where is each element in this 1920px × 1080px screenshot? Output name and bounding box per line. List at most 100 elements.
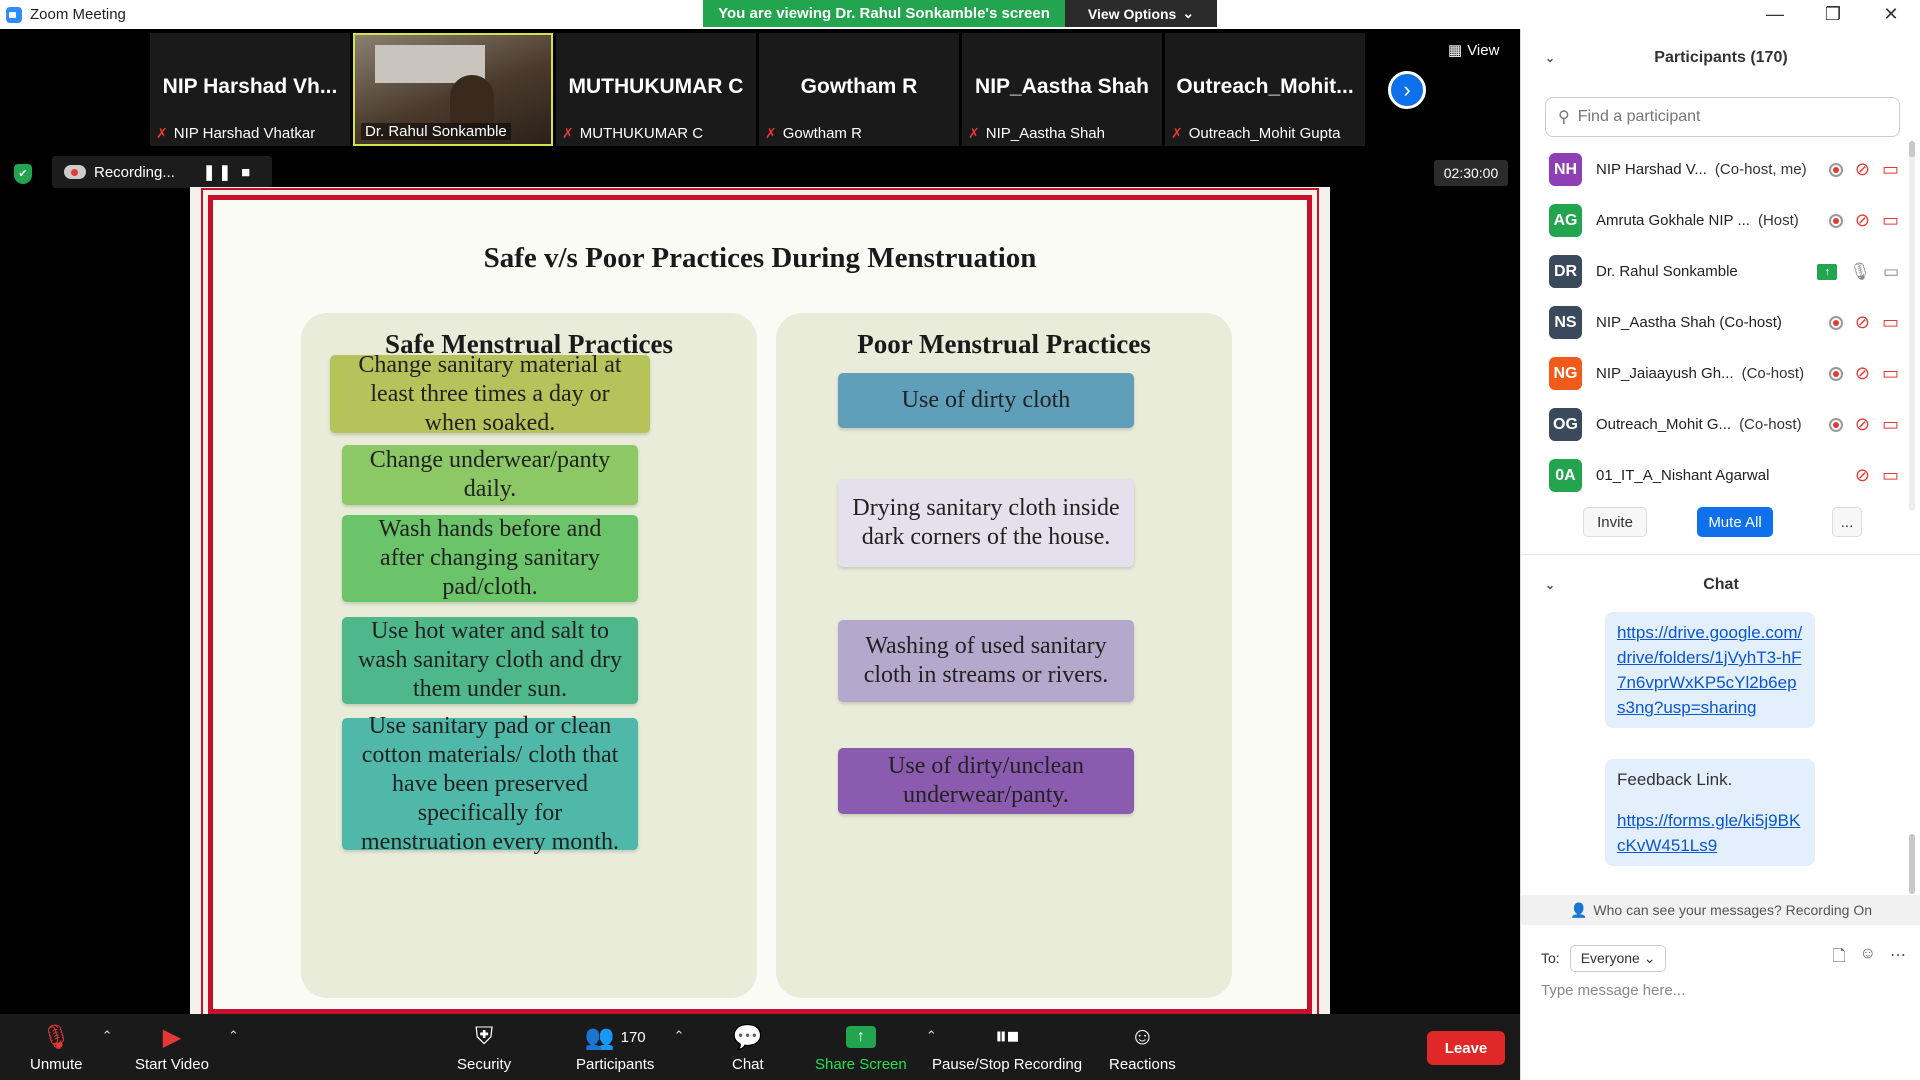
participants-button[interactable]: 👥 170 Participants ⌃	[576, 1022, 684, 1074]
mic-muted-icon: ✗	[156, 125, 168, 141]
reactions-button[interactable]: ☺ Reactions	[1109, 1022, 1176, 1073]
poor-practice-box: Washing of used sanitary cloth in stream…	[838, 620, 1134, 702]
chat-link[interactable]: https://drive.google.com/drive/folders/1…	[1617, 623, 1802, 717]
tile-display-name: Outreach_Mohit...	[1176, 75, 1354, 98]
mic-muted-icon: ⊘	[1854, 210, 1870, 230]
chevron-up-icon[interactable]: ⌃	[673, 1028, 684, 1044]
participant-name: NIP_Aastha Shah (Co-host)	[1596, 314, 1782, 331]
chevron-up-icon[interactable]: ⌃	[228, 1028, 239, 1044]
to-label: To:	[1541, 950, 1560, 966]
security-shield-icon[interactable]: ✔	[14, 164, 32, 184]
avatar: NG	[1549, 357, 1582, 390]
view-options-label: View Options	[1087, 5, 1177, 22]
participant-row[interactable]: 0A 01_IT_A_Nishant Agarwal ⊘ ▭	[1521, 450, 1911, 501]
invite-button[interactable]: Invite	[1583, 507, 1647, 537]
who-can-see-text: Who can see your messages? Recording On	[1593, 902, 1873, 918]
share-screen-button[interactable]: ↑ Share Screen ⌃	[815, 1022, 937, 1073]
security-button[interactable]: ⛨ Security	[457, 1022, 511, 1073]
file-icon[interactable]: 🗋	[1833, 945, 1846, 972]
start-video-button[interactable]: ▶ Start Video ⌃	[135, 1022, 239, 1074]
video-tile[interactable]: NIP_Aastha Shah ✗ NIP_Aastha Shah	[962, 33, 1162, 146]
safe-practice-box: Change sanitary material at least three …	[330, 352, 650, 436]
who-can-see-notice[interactable]: 👤 Who can see your messages? Recording O…	[1521, 895, 1920, 925]
minimize-button[interactable]: —	[1746, 0, 1804, 29]
participant-scrollbar[interactable]	[1909, 141, 1915, 157]
avatar: 0A	[1549, 459, 1582, 492]
slide-frame: Safe v/s Poor Practices During Menstruat…	[201, 188, 1319, 1021]
recording-icon	[1828, 417, 1843, 432]
meeting-toolbar: 🎙 Unmute ⌃ ▶ Start Video ⌃ ⛨ Security 👥 1…	[0, 1014, 1520, 1080]
chat-button[interactable]: 💬 Chat	[732, 1022, 764, 1074]
recording-indicator: Recording... ❚❚ ■	[52, 156, 272, 188]
close-button[interactable]: ✕	[1862, 0, 1920, 29]
cloud-recording-icon	[64, 165, 86, 179]
video-off-icon: ▭	[1881, 159, 1899, 179]
video-tile[interactable]: Outreach_Mohit... ✗ Outreach_Mohit Gupta	[1165, 33, 1365, 146]
collapse-chevron-icon[interactable]: ⌄	[1545, 578, 1555, 592]
avatar: NH	[1549, 153, 1582, 186]
recipient-select[interactable]: Everyone ⌄	[1569, 944, 1667, 972]
chat-scrollbar[interactable]	[1909, 834, 1915, 894]
view-options-button[interactable]: View Options ⌄	[1065, 0, 1217, 27]
participant-row[interactable]: NS NIP_Aastha Shah (Co-host) ⊘ ▭	[1521, 297, 1911, 348]
more-options-button[interactable]: ...	[1832, 507, 1862, 537]
leave-button[interactable]: Leave	[1427, 1031, 1505, 1065]
chat-message-input[interactable]: Type message here...	[1541, 982, 1901, 999]
video-off-icon: ▶	[162, 1023, 182, 1051]
share-screen-label: Share Screen	[815, 1056, 907, 1073]
chat-link[interactable]: https://forms.gle/ki5j9BKcKvW451Ls9	[1617, 811, 1800, 855]
shared-screen-slide: Safe v/s Poor Practices During Menstruat…	[190, 187, 1330, 1021]
video-off-icon: ▭	[1881, 210, 1899, 230]
search-placeholder: Find a participant	[1577, 108, 1701, 125]
video-tile[interactable]: NIP Harshad Vh... ✗ NIP Harshad Vhatkar	[150, 33, 350, 146]
safe-practice-box: Change underwear/panty daily.	[342, 445, 638, 505]
participant-row[interactable]: AG Amruta Gokhale NIP ... (Host) ⊘ ▭	[1521, 195, 1911, 246]
restore-button[interactable]: ❐	[1804, 0, 1862, 29]
more-icon[interactable]: ⋯	[1890, 945, 1906, 972]
poor-practice-box: Use of dirty cloth	[838, 373, 1134, 428]
chevron-up-icon[interactable]: ⌃	[102, 1028, 113, 1044]
people-icon: 👤	[1569, 901, 1588, 918]
tile-name: Dr. Rahul Sonkamble	[365, 123, 507, 140]
shield-icon: ⛨	[475, 1023, 494, 1050]
participant-status-icons: ⊘ ▭	[1828, 210, 1899, 231]
unmute-button[interactable]: 🎙 Unmute ⌃	[30, 1022, 113, 1074]
participant-row[interactable]: OG Outreach_Mohit G... (Co-host) ⊘ ▭	[1521, 399, 1911, 450]
participant-status-icons: ⊘ ▭	[1828, 159, 1899, 180]
participant-row[interactable]: DR Dr. Rahul Sonkamble ↑ 🎙 ▭	[1521, 246, 1911, 297]
next-page-button[interactable]: ›	[1388, 71, 1426, 109]
tile-name-label: ✗ MUTHUKUMAR C	[562, 125, 703, 142]
poor-practices-heading: Poor Menstrual Practices	[857, 329, 1151, 359]
mic-muted-icon: ✗	[562, 125, 574, 141]
video-tile-active-speaker[interactable]: Dr. Rahul Sonkamble	[353, 33, 553, 146]
view-button[interactable]: ▦ View	[1448, 41, 1499, 60]
participant-name: Amruta Gokhale NIP ...	[1596, 212, 1750, 229]
window-controls: — ❐ ✕	[1746, 0, 1920, 29]
share-screen-icon: ↑	[1817, 263, 1838, 280]
chat-recipient-row: To: Everyone ⌄ 🗋 ☺ ⋯	[1541, 943, 1906, 973]
video-tile[interactable]: Gowtham R ✗ Gowtham R	[759, 33, 959, 146]
mute-all-button[interactable]: Mute All	[1697, 507, 1773, 537]
chat-label: Chat	[732, 1056, 764, 1073]
recording-icon	[1828, 366, 1843, 381]
participant-status-icons: ⊘ ▭	[1855, 465, 1899, 486]
unmute-label: Unmute	[30, 1056, 83, 1073]
collapse-chevron-icon[interactable]: ⌄	[1545, 51, 1555, 65]
share-screen-icon: ↑	[845, 1026, 876, 1048]
mic-muted-icon: 🎙	[41, 1023, 72, 1051]
start-video-label: Start Video	[135, 1056, 209, 1073]
participant-search-input[interactable]: ⚲ Find a participant	[1545, 97, 1900, 137]
avatar: AG	[1549, 204, 1582, 237]
recording-controls[interactable]: ❚❚ ■	[203, 163, 253, 181]
video-tile[interactable]: MUTHUKUMAR C ✗ MUTHUKUMAR C	[556, 33, 756, 146]
participant-name: Dr. Rahul Sonkamble	[1596, 263, 1738, 280]
video-off-icon: ▭	[1881, 363, 1899, 383]
tile-name: MUTHUKUMAR C	[579, 125, 704, 142]
participant-row[interactable]: NG NIP_Jaiaayush Gh... (Co-host) ⊘ ▭	[1521, 348, 1911, 399]
tile-name-label: ✗ NIP_Aastha Shah	[968, 125, 1105, 142]
participant-row[interactable]: NH NIP Harshad V... (Co-host, me) ⊘ ▭	[1521, 144, 1911, 195]
security-label: Security	[457, 1056, 512, 1073]
participant-name: NIP_Jaiaayush Gh...	[1596, 365, 1734, 382]
emoji-icon[interactable]: ☺	[1860, 945, 1876, 972]
pause-stop-recording-button[interactable]: ⏸⏹ Pause/Stop Recording	[932, 1022, 1082, 1073]
